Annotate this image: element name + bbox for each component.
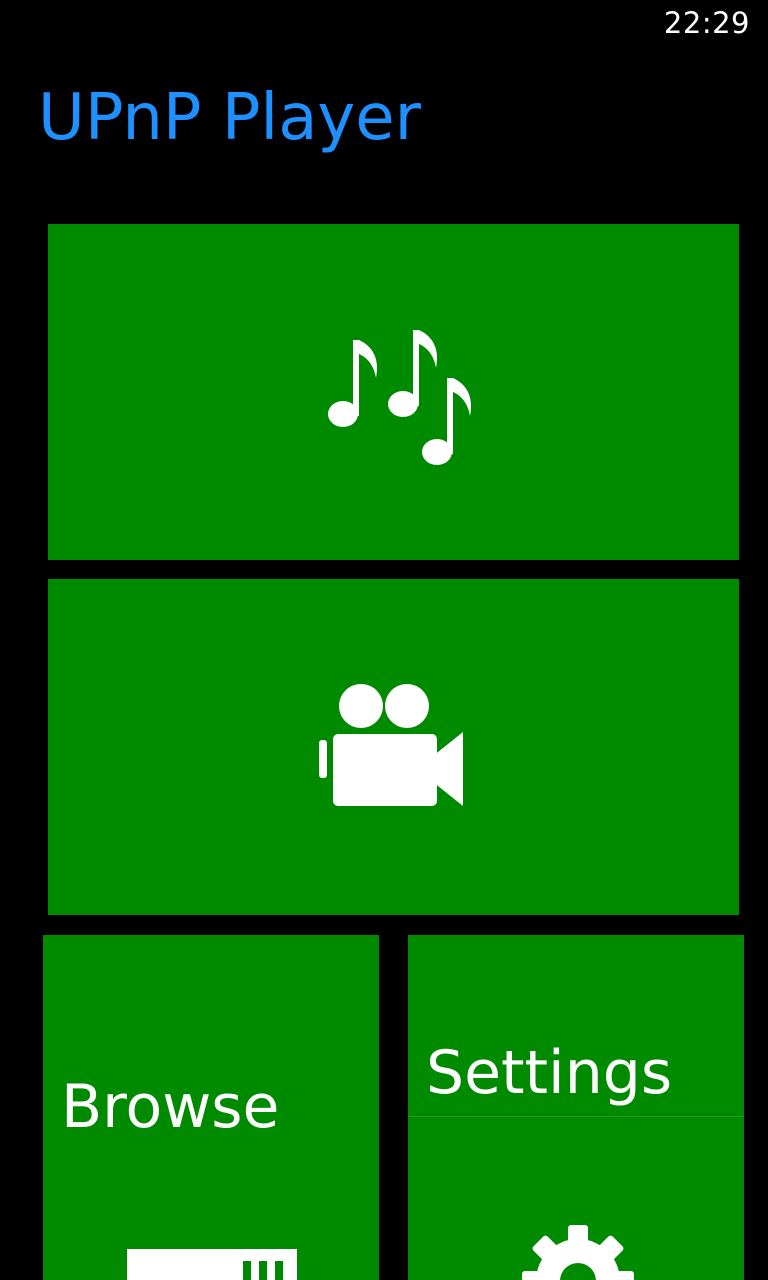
settings-tile[interactable]: Settings: [408, 935, 744, 1280]
screen: 22:29 UPnP Player Browse Settings: [0, 0, 768, 1280]
video-camera-icon: [318, 684, 463, 806]
app-title: UPnP Player: [38, 81, 421, 155]
status-time: 22:29: [663, 6, 750, 40]
video-tile[interactable]: [48, 579, 739, 915]
settings-divider: [408, 1116, 744, 1117]
gear-icon: [522, 1225, 634, 1280]
settings-label: Settings: [426, 1038, 673, 1108]
browse-icon: [127, 1249, 297, 1280]
browse-tile[interactable]: Browse: [43, 935, 379, 1280]
browse-label: Browse: [61, 1072, 280, 1142]
music-notes-icon: [327, 330, 471, 465]
music-tile[interactable]: [48, 224, 739, 560]
